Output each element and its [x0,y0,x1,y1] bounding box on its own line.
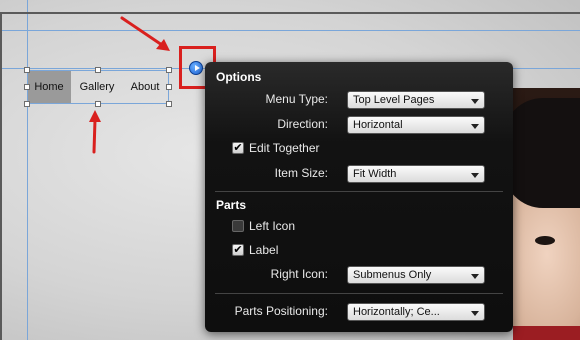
selection-outline [27,70,169,104]
dropdown-arrow-icon [471,274,479,279]
item-size-select[interactable]: Fit Width [347,165,485,183]
parts-positioning-label: Parts Positioning: [234,304,328,318]
left-icon-label: Left Icon [249,219,296,233]
resize-handle-tr[interactable] [166,67,172,73]
dropdown-arrow-icon [471,124,479,129]
direction-value: Horizontal [353,119,403,131]
item-size-value: Fit Width [353,168,397,180]
dropdown-arrow-icon [471,311,479,316]
edit-together-label: Edit Together [249,141,320,155]
resize-handle-tl[interactable] [24,67,30,73]
section-divider [215,191,503,192]
red-arrow-icon-up [89,110,101,154]
guide-line-top [0,30,580,31]
edit-together-checkbox[interactable]: ✔ [232,142,244,154]
checkmark-icon: ✔ [233,244,243,256]
resize-handle-ml[interactable] [24,84,30,90]
menu-type-label: Menu Type: [265,92,328,106]
options-title: Options [216,70,262,84]
menu-options-panel: Options Menu Type: Top Level Pages Direc… [205,62,513,332]
right-icon-value: Submenus Only [353,269,432,281]
right-icon-select[interactable]: Submenus Only [347,266,485,284]
menu-type-value: Top Level Pages [353,94,435,106]
photo-shirt [513,326,580,340]
resize-handle-bl[interactable] [24,101,30,107]
photo-hair [513,98,580,208]
dropdown-arrow-icon [471,99,479,104]
direction-label: Direction: [277,117,328,131]
photo-eye [535,236,555,245]
menu-type-select[interactable]: Top Level Pages [347,91,485,109]
resize-handle-tm[interactable] [95,67,101,73]
left-icon-checkbox[interactable] [232,220,244,232]
page-frame-left [0,12,2,340]
red-arrow-icon-diagonal [120,16,170,51]
resize-handle-bm[interactable] [95,101,101,107]
parts-title: Parts [216,198,247,212]
dropdown-arrow-icon [471,173,479,178]
label-checkbox[interactable]: ✔ [232,244,244,256]
options-arrow-icon[interactable] [189,61,203,75]
parts-positioning-value: Horizontally; Ce... [353,306,440,318]
parts-positioning-select[interactable]: Horizontally; Ce... [347,303,485,321]
resize-handle-mr[interactable] [166,84,172,90]
item-size-label: Item Size: [274,166,328,180]
checkmark-icon: ✔ [233,142,243,154]
right-icon-label: Right Icon: [270,267,328,281]
background-photo [513,88,580,340]
page-frame-top [0,12,580,14]
section-divider [215,293,503,294]
guide-line-left [27,0,28,340]
direction-select[interactable]: Horizontal [347,116,485,134]
resize-handle-br[interactable] [166,101,172,107]
label-checkbox-label: Label [249,243,279,257]
